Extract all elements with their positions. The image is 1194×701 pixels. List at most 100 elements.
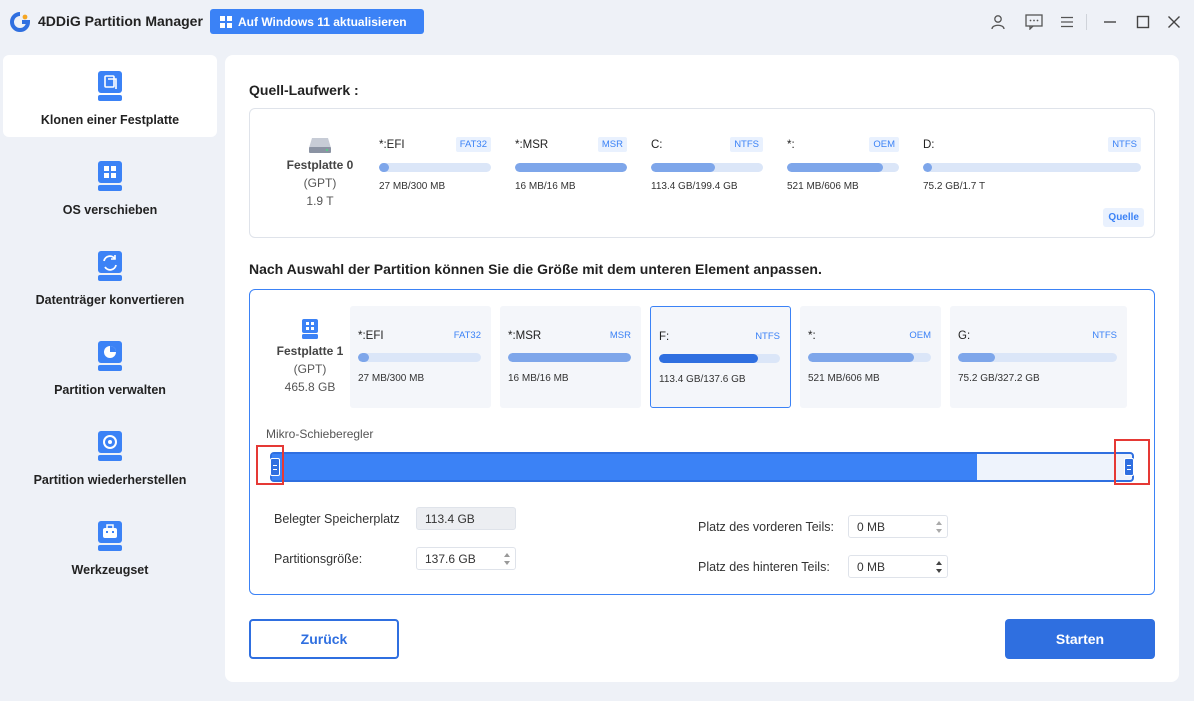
partition-name: C:	[651, 139, 663, 151]
back-space-input[interactable]: 0 MB	[848, 555, 948, 578]
manage-partition-icon	[98, 341, 122, 371]
disk-name: Festplatte 1	[276, 344, 344, 358]
partition-usage: 521 MB/606 MB	[787, 181, 859, 192]
sidebar-item-manage-partition[interactable]: Partition verwalten	[3, 325, 217, 407]
sidebar-item-label: Partition wiederherstellen	[33, 473, 187, 487]
feedback-icon[interactable]	[1022, 10, 1046, 34]
recover-partition-icon	[98, 431, 122, 461]
close-icon[interactable]	[1162, 10, 1186, 34]
filesystem-badge: MSR	[609, 330, 631, 341]
partition-name: *:MSR	[508, 330, 542, 342]
app-title: 4DDiG Partition Manager	[38, 13, 203, 29]
usage-bar	[379, 163, 491, 172]
sidebar-item-recover-partition[interactable]: Partition wiederherstellen	[3, 415, 217, 497]
partition-name: G:	[958, 330, 971, 342]
sidebar-item-os-migrate[interactable]: OS verschieben	[3, 145, 217, 227]
partition-name: *:EFI	[379, 139, 405, 151]
filesystem-badge: OEM	[909, 330, 931, 341]
sidebar-item-label: OS verschieben	[62, 203, 158, 217]
partition-size-value: 137.6 GB	[425, 552, 476, 566]
windows-icon	[220, 15, 232, 28]
disk-name: Festplatte 0	[286, 158, 354, 172]
sidebar-item-toolkit[interactable]: Werkzeugset	[3, 505, 217, 587]
sidebar-item-label: Klonen einer Festplatte	[40, 113, 180, 127]
front-space-input[interactable]: 0 MB	[848, 515, 948, 538]
partition-size-label: Partitionsgröße:	[274, 552, 363, 566]
upgrade-windows-button[interactable]: Auf Windows 11 aktualisieren	[210, 9, 424, 34]
target-partition[interactable]: *:EFI FAT32 27 MB/300 MB	[350, 306, 491, 408]
upgrade-label: Auf Windows 11 aktualisieren	[238, 14, 407, 29]
spinner-arrows-icon[interactable]	[503, 552, 511, 566]
slider-fill	[272, 454, 978, 480]
maximize-icon[interactable]	[1131, 10, 1155, 34]
usage-bar	[659, 354, 780, 363]
target-disk-panel: Festplatte 1 (GPT) 465.8 GB *:EFI FAT32 …	[249, 289, 1155, 595]
partition-size-input[interactable]: 137.6 GB	[416, 547, 516, 570]
slider-label: Mikro-Schieberegler	[266, 427, 374, 441]
filesystem-badge: NTFS	[1092, 330, 1117, 341]
filesystem-badge: NTFS	[730, 137, 763, 152]
partition-name: F:	[659, 331, 670, 343]
menu-icon[interactable]	[1055, 10, 1079, 34]
micro-slider[interactable]	[270, 452, 1134, 482]
usage-bar	[651, 163, 763, 172]
disk-icon	[302, 319, 318, 339]
sidebar-item-label: Partition verwalten	[54, 383, 166, 397]
partition-name: *:	[787, 139, 795, 151]
source-partition: *:MSR MSR 16 MB/16 MB	[515, 137, 627, 192]
disk-style: (GPT)	[303, 176, 337, 190]
main-panel: Quell-Laufwerk : Festplatte 0 (GPT) 1.9 …	[225, 55, 1179, 682]
spinner-arrows-icon[interactable]	[935, 520, 943, 534]
filesystem-badge: NTFS	[1108, 137, 1141, 152]
usage-bar	[515, 163, 627, 172]
filesystem-badge: OEM	[869, 137, 899, 152]
sidebar-item-label: Datenträger konvertieren	[35, 293, 185, 307]
partition-usage: 521 MB/606 MB	[808, 373, 880, 384]
sidebar-item-clone-disk[interactable]: Klonen einer Festplatte	[3, 55, 217, 137]
source-disk-info: Festplatte 0 (GPT) 1.9 T	[270, 136, 370, 210]
usage-bar	[508, 353, 631, 362]
source-partition: *:EFI FAT32 27 MB/300 MB	[379, 137, 491, 192]
partition-usage: 16 MB/16 MB	[515, 181, 576, 192]
usage-bar	[923, 163, 1141, 172]
partition-usage: 113.4 GB/137.6 GB	[659, 374, 746, 385]
usage-bar	[358, 353, 481, 362]
minimize-icon[interactable]	[1098, 10, 1122, 34]
partition-name: *:MSR	[515, 139, 549, 151]
partition-name: *:	[808, 330, 816, 342]
start-button[interactable]: Starten	[1005, 619, 1155, 659]
highlight-frame-left	[256, 445, 284, 485]
highlight-frame-right	[1114, 439, 1150, 485]
hard-disk-icon	[309, 138, 331, 153]
partition-name: D:	[923, 139, 935, 151]
target-title: Nach Auswahl der Partition können Sie di…	[249, 261, 822, 277]
target-partition[interactable]: *:MSR MSR 16 MB/16 MB	[500, 306, 641, 408]
back-button[interactable]: Zurück	[249, 619, 399, 659]
partition-name: *:EFI	[358, 330, 384, 342]
partition-usage: 75.2 GB/1.7 T	[923, 181, 986, 192]
usage-bar	[787, 163, 899, 172]
target-partition[interactable]: *: OEM 521 MB/606 MB	[800, 306, 941, 408]
usage-bar	[808, 353, 931, 362]
used-space-label: Belegter Speicherplatz	[274, 512, 400, 526]
target-disk-info: Festplatte 1 (GPT) 465.8 GB	[264, 318, 356, 396]
used-space-value: 113.4 GB	[425, 512, 475, 526]
partition-usage: 27 MB/300 MB	[379, 181, 446, 192]
title-bar: 4DDiG Partition Manager Auf Windows 11 a…	[0, 0, 1194, 44]
sidebar-item-convert-disk[interactable]: Datenträger konvertieren	[3, 235, 217, 317]
spinner-arrows-icon[interactable]	[935, 560, 943, 574]
target-partition-selected[interactable]: F: NTFS 113.4 GB/137.6 GB	[650, 306, 791, 408]
user-icon[interactable]	[986, 10, 1010, 34]
source-title: Quell-Laufwerk :	[249, 82, 359, 98]
source-partition: D: NTFS 75.2 GB/1.7 T	[923, 137, 1141, 192]
disk-style: (GPT)	[293, 362, 327, 376]
partition-usage: 75.2 GB/327.2 GB	[958, 373, 1040, 384]
target-partition[interactable]: G: NTFS 75.2 GB/327.2 GB	[950, 306, 1127, 408]
filesystem-badge: FAT32	[453, 330, 481, 341]
toolkit-icon	[98, 521, 122, 551]
partition-usage: 16 MB/16 MB	[508, 373, 569, 384]
front-space-value: 0 MB	[857, 520, 886, 534]
front-space-label: Platz des vorderen Teils:	[698, 520, 834, 534]
sidebar-item-label: Werkzeugset	[71, 563, 149, 577]
app-logo-icon	[10, 12, 30, 32]
